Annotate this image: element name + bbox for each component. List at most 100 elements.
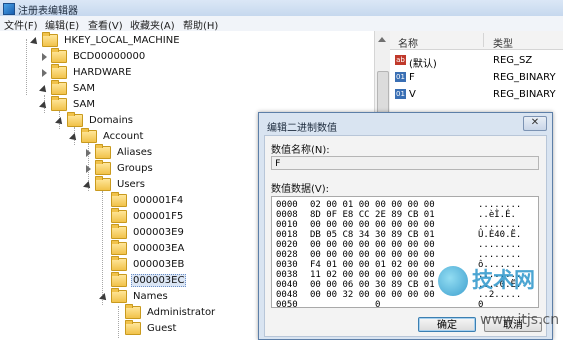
tree-item[interactable]: 000003EB: [100, 255, 186, 272]
collapse-arrow-icon[interactable]: [56, 117, 63, 124]
expand-arrow-icon[interactable]: [40, 68, 47, 77]
registry-editor-icon: [3, 3, 15, 15]
tree-item-label: SAM: [73, 82, 96, 94]
hex-address: 0010: [276, 220, 298, 230]
hex-row[interactable]: 0050 0 0: [276, 300, 483, 308]
tree-item-label: Aliases: [117, 146, 153, 158]
folder-icon: [95, 159, 111, 175]
menu-view[interactable]: 查看(V): [88, 17, 123, 32]
tree-item-label: 000001F5: [133, 210, 184, 222]
expand-arrow-icon[interactable]: [40, 52, 47, 61]
menu-file[interactable]: 文件(F): [4, 17, 38, 32]
watermark-text: 技术网: [472, 268, 535, 292]
folder-icon: [125, 319, 141, 335]
tree-item[interactable]: SAM: [40, 79, 97, 96]
binary-value-icon: 01: [395, 72, 406, 82]
hex-address: 0020: [276, 240, 298, 250]
hex-bytes: 00 00 00 00 00 00 00 00: [310, 220, 435, 230]
tree-item[interactable]: Domains: [56, 111, 135, 128]
menu-edit[interactable]: 编辑(E): [45, 17, 79, 32]
value-name: F: [409, 72, 415, 83]
collapse-arrow-icon[interactable]: [100, 293, 107, 300]
hex-address: 0028: [276, 250, 298, 260]
folder-icon: [111, 207, 127, 223]
hex-ascii: ........: [478, 220, 522, 230]
menu-help[interactable]: 帮助(H): [183, 17, 218, 32]
folder-icon: [67, 111, 83, 127]
tree-item[interactable]: 000003EC: [100, 271, 187, 288]
edit-binary-dialog: 编辑二进制数值 ✕ 数值名称(N): F 数值数据(V): 0000 02 00 …: [258, 112, 553, 340]
tree-item[interactable]: Users: [84, 175, 147, 192]
menu-bar: 文件(F) 编辑(E) 查看(V) 收藏夹(A) 帮助(H): [0, 16, 563, 32]
tree-item[interactable]: SAM: [40, 95, 97, 112]
folder-icon: [111, 271, 127, 287]
hex-ascii: ........: [478, 200, 522, 210]
tree-item[interactable]: Administrator: [114, 303, 217, 320]
folder-icon: [111, 191, 127, 207]
hex-address: 0030: [276, 260, 298, 270]
column-type-header[interactable]: 类型: [493, 35, 513, 50]
value-row-v[interactable]: 01 V REG_BINARY: [390, 86, 563, 103]
collapse-arrow-icon[interactable]: [31, 37, 38, 44]
hex-address: 0018: [276, 230, 298, 240]
tree-item-label: HKEY_LOCAL_MACHINE: [64, 34, 180, 46]
value-row-f[interactable]: 01 F REG_BINARY: [390, 69, 563, 86]
value-row-default[interactable]: ab (默认) REG_SZ: [390, 52, 563, 70]
tree-item[interactable]: Groups: [84, 159, 155, 176]
tree-item[interactable]: 000001F5: [100, 207, 185, 224]
expand-arrow-icon[interactable]: [84, 148, 91, 157]
collapse-arrow-icon[interactable]: [40, 85, 47, 92]
hex-row[interactable]: 0008 8D 0F E8 CC 2E 89 CB 01 ..èÌ.É.: [276, 210, 516, 220]
hex-address: 0038: [276, 270, 298, 280]
tree-item-label: BCD00000000: [73, 50, 146, 62]
tree-item[interactable]: 000001F4: [100, 191, 185, 208]
hex-row[interactable]: 0010 00 00 00 00 00 00 00 00........: [276, 220, 521, 230]
hex-address: 0008: [276, 210, 298, 220]
hex-address: 0040: [276, 280, 298, 290]
tree-item[interactable]: HKEY_LOCAL_MACHINE: [31, 31, 182, 48]
hex-bytes: 8D 0F E8 CC 2E 89 CB 01: [310, 210, 435, 220]
tree-item[interactable]: 000003E9: [100, 223, 186, 240]
tree-item-label: Names: [133, 290, 168, 302]
tree-item[interactable]: 000003EA: [100, 239, 186, 256]
folder-icon: [51, 79, 67, 95]
folder-icon: [111, 223, 127, 239]
value-name: (默认): [409, 59, 437, 70]
hex-bytes: 02 00 01 00 00 00 00 00: [310, 200, 435, 210]
expand-arrow-icon[interactable]: [84, 164, 91, 173]
menu-favorites[interactable]: 收藏夹(A): [130, 17, 175, 32]
close-icon[interactable]: ✕: [523, 116, 547, 131]
tree-item[interactable]: Account: [70, 127, 145, 144]
collapse-arrow-icon[interactable]: [70, 133, 77, 140]
tree-item[interactable]: Aliases: [84, 143, 154, 160]
scroll-up-arrow-icon[interactable]: [378, 37, 386, 42]
tree-item-label: HARDWARE: [73, 66, 132, 78]
column-divider[interactable]: [483, 33, 484, 47]
tree-item-label: 000001F4: [133, 194, 184, 206]
collapse-arrow-icon[interactable]: [84, 181, 91, 188]
hex-row[interactable]: 0020 00 00 00 00 00 00 00 00........: [276, 240, 521, 250]
folder-icon: [111, 287, 127, 303]
tree-item[interactable]: BCD00000000: [40, 47, 147, 64]
tree-item[interactable]: Names: [100, 287, 170, 304]
hex-ascii: ..èÌ.É.: [478, 210, 516, 220]
hex-row[interactable]: 0000 02 00 01 00 00 00 00 00........: [276, 200, 521, 210]
hex-bytes: 00 00 00 00 00 00 00 00: [310, 240, 435, 250]
tree-item[interactable]: HARDWARE: [40, 63, 133, 80]
tree-item-label: Groups: [117, 162, 153, 174]
tree-item-label: Account: [103, 130, 144, 142]
values-header: 名称 类型: [390, 31, 563, 50]
hex-row[interactable]: 0028 00 00 00 00 00 00 00 00........: [276, 250, 521, 260]
value-type: REG_BINARY: [493, 89, 556, 100]
value-data-label: 数值数据(V):: [271, 184, 330, 195]
tree-item-label: 000003EA: [133, 242, 185, 254]
folder-icon: [42, 31, 58, 47]
column-name-header[interactable]: 名称: [398, 35, 418, 50]
folder-icon: [95, 175, 111, 191]
hex-row[interactable]: 0018 DB 05 C8 34 30 89 CB 01 Û.È40.Ë.: [276, 230, 521, 240]
ok-button[interactable]: 确定: [418, 317, 476, 332]
collapse-arrow-icon[interactable]: [40, 101, 47, 108]
hex-address: 0050: [276, 300, 298, 308]
value-name-field[interactable]: F: [271, 156, 539, 170]
tree-item[interactable]: Guest: [114, 319, 178, 336]
